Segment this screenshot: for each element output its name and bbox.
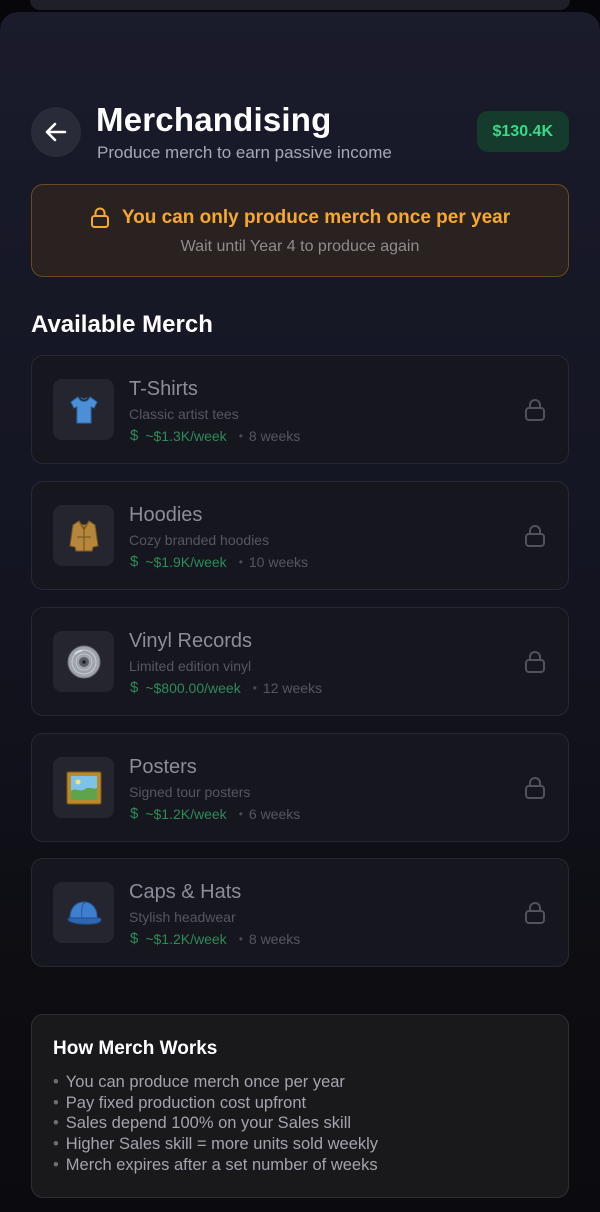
- merch-icon-tile: [53, 505, 114, 566]
- merch-card-hoodies[interactable]: Hoodies Cozy branded hoodies $ ~$1.9K/we…: [31, 481, 569, 590]
- banner-subtitle: Wait until Year 4 to produce again: [180, 238, 420, 255]
- merch-icon-tile: [53, 882, 114, 943]
- dollar-icon: $: [130, 805, 139, 822]
- merch-name: Posters: [129, 756, 197, 778]
- merch-duration: 8 weeks: [248, 427, 301, 444]
- merch-duration: 8 weeks: [248, 930, 301, 947]
- merch-name: Caps & Hats: [129, 881, 242, 903]
- merch-income: ~$800.00/week: [145, 679, 241, 696]
- dollar-icon: $: [130, 930, 139, 947]
- lock-icon: [525, 651, 545, 673]
- arrow-left-icon: [45, 122, 67, 142]
- cap-icon: [66, 900, 102, 925]
- merch-card-vinyl-records[interactable]: Vinyl Records Limited edition vinyl $ ~$…: [31, 607, 569, 716]
- dollar-icon: $: [130, 427, 139, 444]
- page-title: Merchandising: [96, 101, 332, 138]
- separator-dot: •: [238, 554, 243, 569]
- info-item: You can produce merch once per year: [53, 1072, 378, 1093]
- lock-icon: [525, 777, 545, 799]
- info-item: Pay fixed production cost upfront: [53, 1093, 378, 1114]
- dollar-icon: $: [130, 679, 139, 696]
- merch-income: ~$1.9K/week: [145, 553, 227, 570]
- merch-income: ~$1.2K/week: [145, 805, 227, 822]
- info-item: Higher Sales skill = more units sold wee…: [53, 1134, 378, 1155]
- production-limit-banner: You can only produce merch once per year…: [31, 184, 569, 277]
- how-merch-works-panel: How Merch Works You can produce merch on…: [31, 1014, 569, 1198]
- merch-stats: $ ~$800.00/week • 12 weeks: [130, 679, 322, 696]
- merch-card-t-shirts[interactable]: T-Shirts Classic artist tees $ ~$1.3K/we…: [31, 355, 569, 464]
- merch-income: ~$1.3K/week: [145, 427, 227, 444]
- merch-card-caps-hats[interactable]: Caps & Hats Stylish headwear $ ~$1.2K/we…: [31, 858, 569, 967]
- merch-stats: $ ~$1.3K/week • 8 weeks: [130, 427, 300, 444]
- merch-stats: $ ~$1.2K/week • 8 weeks: [130, 930, 300, 947]
- separator-dot: •: [252, 680, 257, 695]
- merch-description: Stylish headwear: [129, 909, 236, 925]
- lock-icon: [525, 399, 545, 421]
- separator-dot: •: [238, 931, 243, 946]
- merch-description: Limited edition vinyl: [129, 658, 252, 674]
- merch-name: Vinyl Records: [129, 630, 253, 652]
- balance-badge: $130.4K: [476, 111, 569, 152]
- t-shirt-icon: [69, 395, 98, 423]
- lock-icon: [525, 902, 545, 924]
- merch-stats: $ ~$1.2K/week • 6 weeks: [130, 805, 300, 822]
- banner-title: You can only produce merch once per year: [121, 207, 511, 228]
- info-item: Merch expires after a set number of week…: [53, 1155, 378, 1176]
- dollar-icon: $: [130, 553, 139, 570]
- vinyl-record-icon: [67, 645, 100, 678]
- merch-duration: 6 weeks: [248, 805, 301, 822]
- merch-icon-tile: [53, 631, 114, 692]
- merch-icon-tile: [53, 379, 114, 440]
- framed-poster-icon: [66, 771, 101, 804]
- separator-dot: •: [238, 428, 243, 443]
- merch-description: Signed tour posters: [129, 784, 251, 800]
- lock-icon: [90, 207, 109, 228]
- merch-duration: 12 weeks: [262, 679, 323, 696]
- separator-dot: •: [238, 806, 243, 821]
- merch-name: T-Shirts: [129, 378, 198, 400]
- lock-icon: [525, 525, 545, 547]
- back-button[interactable]: [31, 107, 81, 157]
- merch-duration: 10 weeks: [248, 553, 309, 570]
- background-sheet: [30, 0, 570, 10]
- merch-name: Hoodies: [129, 504, 203, 526]
- section-title: Available Merch: [31, 311, 213, 338]
- hoodie-icon: [68, 519, 99, 551]
- merch-icon-tile: [53, 757, 114, 818]
- merch-stats: $ ~$1.9K/week • 10 weeks: [130, 553, 308, 570]
- merch-income: ~$1.2K/week: [145, 930, 227, 947]
- merch-card-posters[interactable]: Posters Signed tour posters $ ~$1.2K/wee…: [31, 733, 569, 842]
- info-list: You can produce merch once per year Pay …: [53, 1072, 378, 1176]
- page-subtitle: Produce merch to earn passive income: [97, 143, 392, 162]
- merch-description: Classic artist tees: [129, 406, 239, 422]
- info-item: Sales depend 100% on your Sales skill: [53, 1113, 378, 1134]
- merch-description: Cozy branded hoodies: [129, 532, 270, 548]
- info-title: How Merch Works: [53, 1038, 218, 1059]
